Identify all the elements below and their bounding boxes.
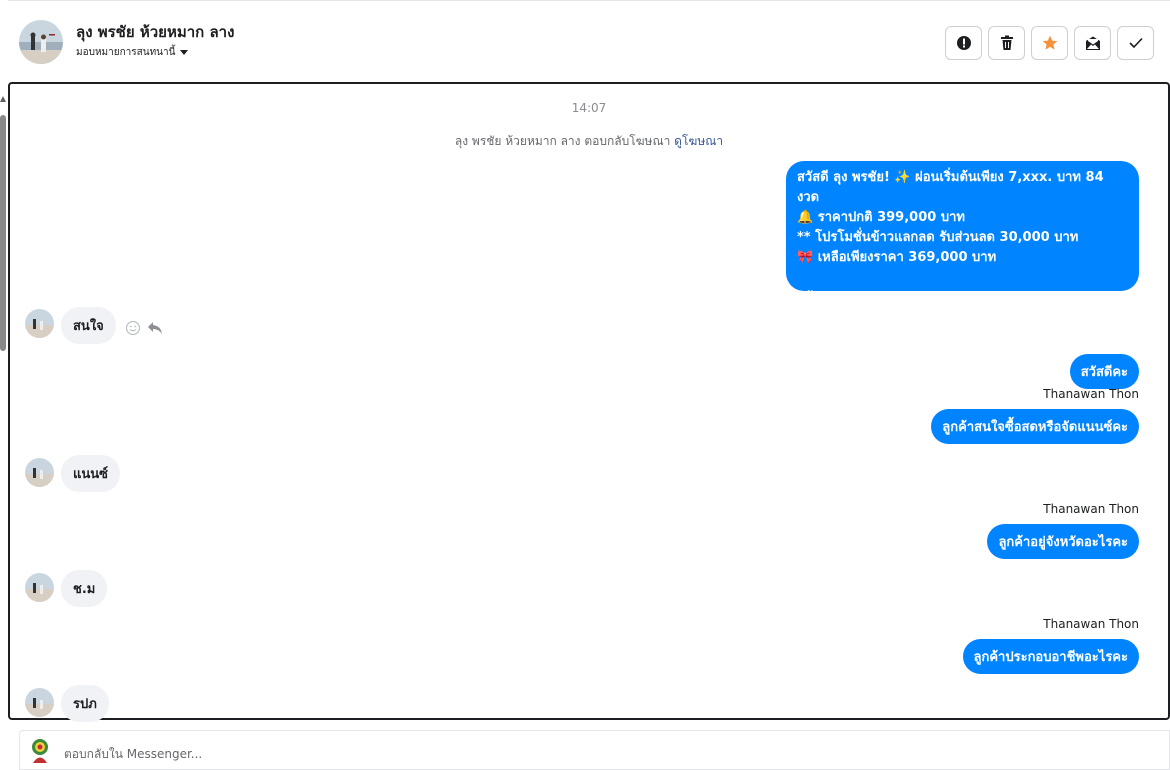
avatar <box>25 688 54 717</box>
reply-input[interactable]: ตอบกลับใน Messenger... <box>64 745 202 764</box>
smiley-icon[interactable] <box>125 320 141 336</box>
scrollbar-thumb[interactable] <box>0 115 6 351</box>
ad-message-bubble: สวัสดี ลุง พรชัย! ✨ ผ่อนเริ่มต้นเพียง 7,… <box>786 161 1139 305</box>
sender-name: Thanawan Thon <box>1043 617 1139 631</box>
page-avatar <box>28 738 52 764</box>
delete-button[interactable] <box>988 26 1025 60</box>
contact-name: ลุง พรชัย ห้วยหมาก ลาง <box>76 23 235 41</box>
incoming-message: ช.ม <box>61 570 108 607</box>
ad-line: ** โปรโมชั่นข้าวแลกลด รับส่วนลด 30,000 บ… <box>797 230 1079 245</box>
message-thread[interactable]: 14:07 ลุง พรชัย ห้วยหมาก ลาง ตอบกลับโฆษณ… <box>8 82 1170 722</box>
ad-reply-text: ลุง พรชัย ห้วยหมาก ลาง ตอบกลับโฆษณา <box>454 134 671 148</box>
message-timestamp: 14:07 <box>571 101 607 115</box>
reply-composer[interactable]: ตอบกลับใน Messenger... <box>19 730 1170 770</box>
star-button[interactable] <box>1031 26 1068 60</box>
envelope-icon <box>1085 36 1100 50</box>
view-ad-link[interactable]: ดูโฆษณา <box>674 134 723 148</box>
assign-conversation-dropdown[interactable]: มอบหมายการสนทนานี้ <box>76 45 189 60</box>
left-scrollbar[interactable] <box>0 0 8 770</box>
message-hover-actions <box>125 320 163 336</box>
done-button[interactable] <box>1117 26 1154 60</box>
ad-line: รหัสรถ : G031 <box>797 290 888 305</box>
avatar <box>25 573 54 602</box>
ad-reply-notice: ลุง พรชัย ห้วยหมาก ลาง ตอบกลับโฆษณา ดูโฆ… <box>10 132 1168 151</box>
ad-line: 🎀 เหลือเพียงราคา 369,000 บาท <box>797 250 997 265</box>
sender-name: Thanawan Thon <box>1043 502 1139 516</box>
caret-down-icon <box>180 50 189 55</box>
mark-unread-button[interactable] <box>1074 26 1111 60</box>
outgoing-message: ลูกค้าประกอบอาชีพอะไรคะ <box>962 639 1139 674</box>
assign-label: มอบหมายการสนทนานี้ <box>76 47 176 58</box>
check-icon <box>1128 37 1143 49</box>
avatar <box>25 309 54 338</box>
conversation-header: ลุง พรชัย ห้วยหมาก ลาง มอบหมายการสนทนานี… <box>8 0 1170 82</box>
outgoing-message: ลูกค้าสนใจซื้อสดหรือจัดแนนซ์คะ <box>931 409 1139 444</box>
spam-button[interactable] <box>945 26 982 60</box>
header-actions <box>945 26 1154 60</box>
reply-icon[interactable] <box>147 321 163 335</box>
outgoing-message: ลูกค้าอยู่จังหวัดอะไรคะ <box>987 524 1139 559</box>
sender-name: Thanawan Thon <box>1043 387 1139 401</box>
contact-avatar[interactable] <box>19 20 63 64</box>
incoming-message: รปภ <box>61 685 109 722</box>
avatar <box>25 458 54 487</box>
ad-line: สวัสดี ลุง พรชัย! ✨ ผ่อนเริ่มต้นเพียง 7,… <box>797 170 1104 205</box>
incoming-message: สนใจ <box>61 307 116 344</box>
trash-icon <box>1000 35 1013 50</box>
outgoing-message: สวัสดีคะ <box>1069 354 1139 389</box>
ad-line: 🔔 ราคาปกติ 399,000 บาท <box>797 210 965 225</box>
incoming-message: แนนซ์ <box>61 455 120 492</box>
alert-circle-icon <box>956 36 971 50</box>
scroll-up-arrow-icon[interactable] <box>0 96 6 102</box>
star-icon <box>1042 35 1057 50</box>
